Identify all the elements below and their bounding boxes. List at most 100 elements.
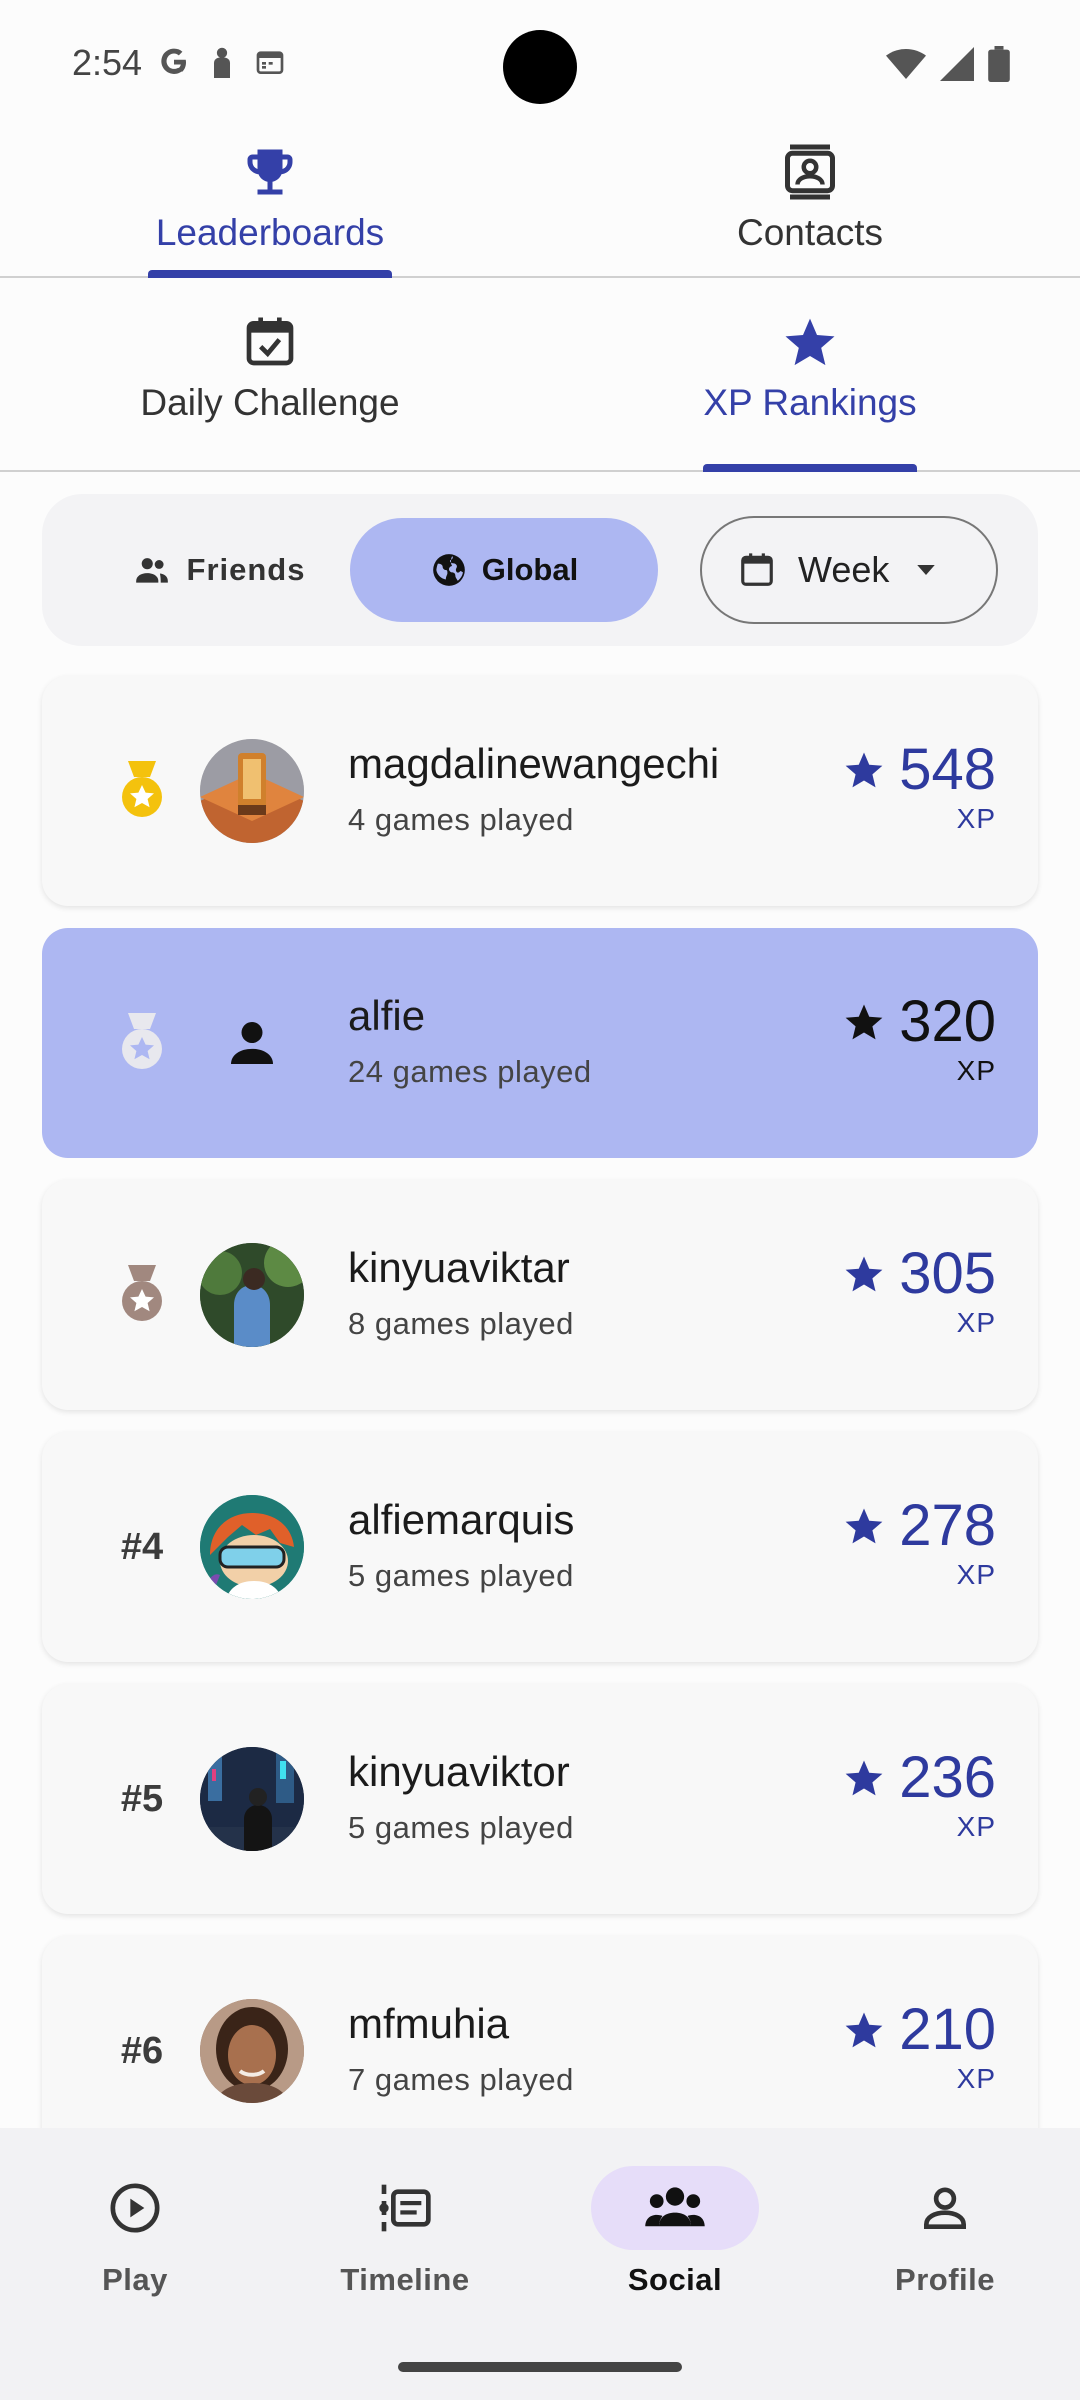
leaderboard-row[interactable]: #5 kinyuaviktor 5 games played 236 XP — [42, 1684, 1038, 1914]
star-icon — [845, 752, 883, 787]
calendar-status-icon — [256, 51, 284, 74]
person-icon — [924, 2187, 966, 2229]
rank-number: #6 — [120, 2029, 164, 2072]
nav-label-profile: Profile — [895, 2262, 995, 2297]
xp-unit: XP — [956, 803, 996, 834]
people-icon — [135, 558, 168, 583]
nav-label-play: Play — [102, 2262, 168, 2297]
star-icon — [845, 1004, 883, 1039]
xp-value: 548 — [899, 737, 996, 802]
player-name: alfie — [348, 992, 426, 1039]
leaderboard-row[interactable]: #4 alfiemarquis 5 games played 278 XP — [42, 1432, 1038, 1662]
wifi-icon — [886, 49, 926, 79]
tab-contacts[interactable]: Contacts — [540, 130, 1080, 276]
star-icon — [785, 318, 835, 366]
cartoon-avatar-image — [200, 1495, 304, 1599]
period-dropdown-value: Week — [798, 549, 890, 590]
nav-item-social[interactable]: Social — [575, 2166, 775, 2298]
friends-segment-label: Friends — [186, 552, 306, 587]
contacts-icon — [785, 144, 835, 200]
player-name: kinyuaviktor — [348, 1748, 570, 1795]
camera-cutout — [503, 30, 577, 104]
rank-badge — [102, 1180, 182, 1410]
active-tab-indicator — [148, 270, 392, 278]
tab-leaderboards[interactable]: Leaderboards — [0, 130, 540, 278]
nav-item-play[interactable]: Play — [35, 2166, 235, 2298]
xp-unit: XP — [956, 2063, 996, 2094]
player-name: kinyuaviktar — [348, 1244, 570, 1291]
player-name: mfmuhia — [348, 2000, 510, 2047]
games-played: 4 games played — [348, 802, 574, 837]
photo-avatar-image — [200, 1747, 304, 1851]
nav-pill — [861, 2166, 1029, 2250]
phone-booth-avatar-image — [200, 739, 304, 843]
xp-score: 236 XP — [843, 1744, 996, 1843]
calendar-check-icon — [246, 317, 294, 366]
calendar-icon — [741, 553, 773, 586]
tab-xp-rankings[interactable]: XP Rankings — [540, 280, 1080, 472]
user-avatar — [200, 1999, 304, 2103]
trophy-icon — [247, 149, 293, 195]
battery-icon — [988, 46, 1010, 82]
active-subtab-indicator — [703, 464, 917, 472]
xp-unit: XP — [956, 1559, 996, 1590]
tab-contacts-label: Contacts — [736, 212, 883, 253]
leaderboard-row-current-user[interactable]: alfie 24 games played 320 XP — [42, 928, 1038, 1158]
person-status-icon — [214, 47, 230, 78]
timeline-icon — [379, 2184, 431, 2232]
rank-badge — [102, 928, 182, 1158]
friends-segment-button[interactable]: Friends — [94, 518, 344, 622]
rank-number: #5 — [120, 1777, 164, 1820]
xp-unit: XP — [956, 1811, 996, 1842]
tab-leaderboards-label: Leaderboards — [155, 212, 385, 253]
games-played: 24 games played — [348, 1054, 592, 1089]
star-icon — [845, 1508, 883, 1543]
nav-item-profile[interactable]: Profile — [845, 2166, 1045, 2298]
user-avatar — [200, 1243, 304, 1347]
nav-item-timeline[interactable]: Timeline — [305, 2166, 505, 2298]
bronze-medal-icon — [122, 1265, 162, 1321]
xp-unit: XP — [956, 1307, 996, 1338]
games-played: 5 games played — [348, 1810, 574, 1845]
globe-icon — [432, 554, 465, 586]
nav-pill-active — [591, 2166, 759, 2250]
player-name: alfiemarquis — [348, 1496, 575, 1543]
play-circle-icon — [110, 2183, 160, 2233]
nav-pill — [51, 2166, 219, 2250]
leaderboard-row[interactable]: magdalinewangechi 4 games played 548 XP — [42, 676, 1038, 906]
games-played: 5 games played — [348, 1558, 574, 1593]
player-name: magdalinewangechi — [348, 740, 720, 787]
tab-daily-challenge[interactable]: Daily Challenge — [0, 280, 540, 470]
xp-value: 210 — [899, 1997, 996, 2062]
global-segment-button[interactable]: Global — [350, 518, 658, 622]
status-time: 2:54 — [72, 42, 143, 83]
nav-pill — [321, 2166, 489, 2250]
user-avatar — [200, 1495, 304, 1599]
notification-icons — [158, 46, 286, 78]
photo-avatar-image — [200, 1999, 304, 2103]
nav-label-social: Social — [627, 2262, 723, 2297]
period-dropdown[interactable]: Week — [700, 516, 998, 624]
games-played: 7 games played — [348, 2062, 574, 2097]
star-icon — [845, 1760, 883, 1795]
xp-score: 305 XP — [843, 1240, 996, 1339]
google-icon — [161, 48, 186, 74]
user-avatar — [200, 991, 304, 1095]
caret-down-icon — [917, 565, 936, 575]
group-icon — [645, 2187, 705, 2227]
gesture-home-bar[interactable] — [398, 2362, 682, 2372]
xp-value: 278 — [899, 1493, 996, 1558]
photo-avatar-image — [200, 1243, 304, 1347]
status-bar: 2:54 — [0, 0, 1080, 130]
leaderboard-row[interactable]: kinyuaviktar 8 games played 305 XP — [42, 1180, 1038, 1410]
xp-score: 278 XP — [843, 1492, 996, 1591]
silver-medal-icon — [122, 1013, 162, 1069]
bottom-navigation: Play Timeline Social Profile — [0, 2128, 1080, 2400]
xp-unit: XP — [956, 1055, 996, 1086]
rank-badge — [102, 676, 182, 906]
xp-score: 320 XP — [843, 988, 996, 1087]
xp-value: 320 — [899, 989, 996, 1054]
nav-label-timeline: Timeline — [340, 2262, 470, 2297]
sub-tab-bar: Daily Challenge XP Rankings — [0, 280, 1080, 472]
global-segment-label: Global — [481, 552, 579, 587]
